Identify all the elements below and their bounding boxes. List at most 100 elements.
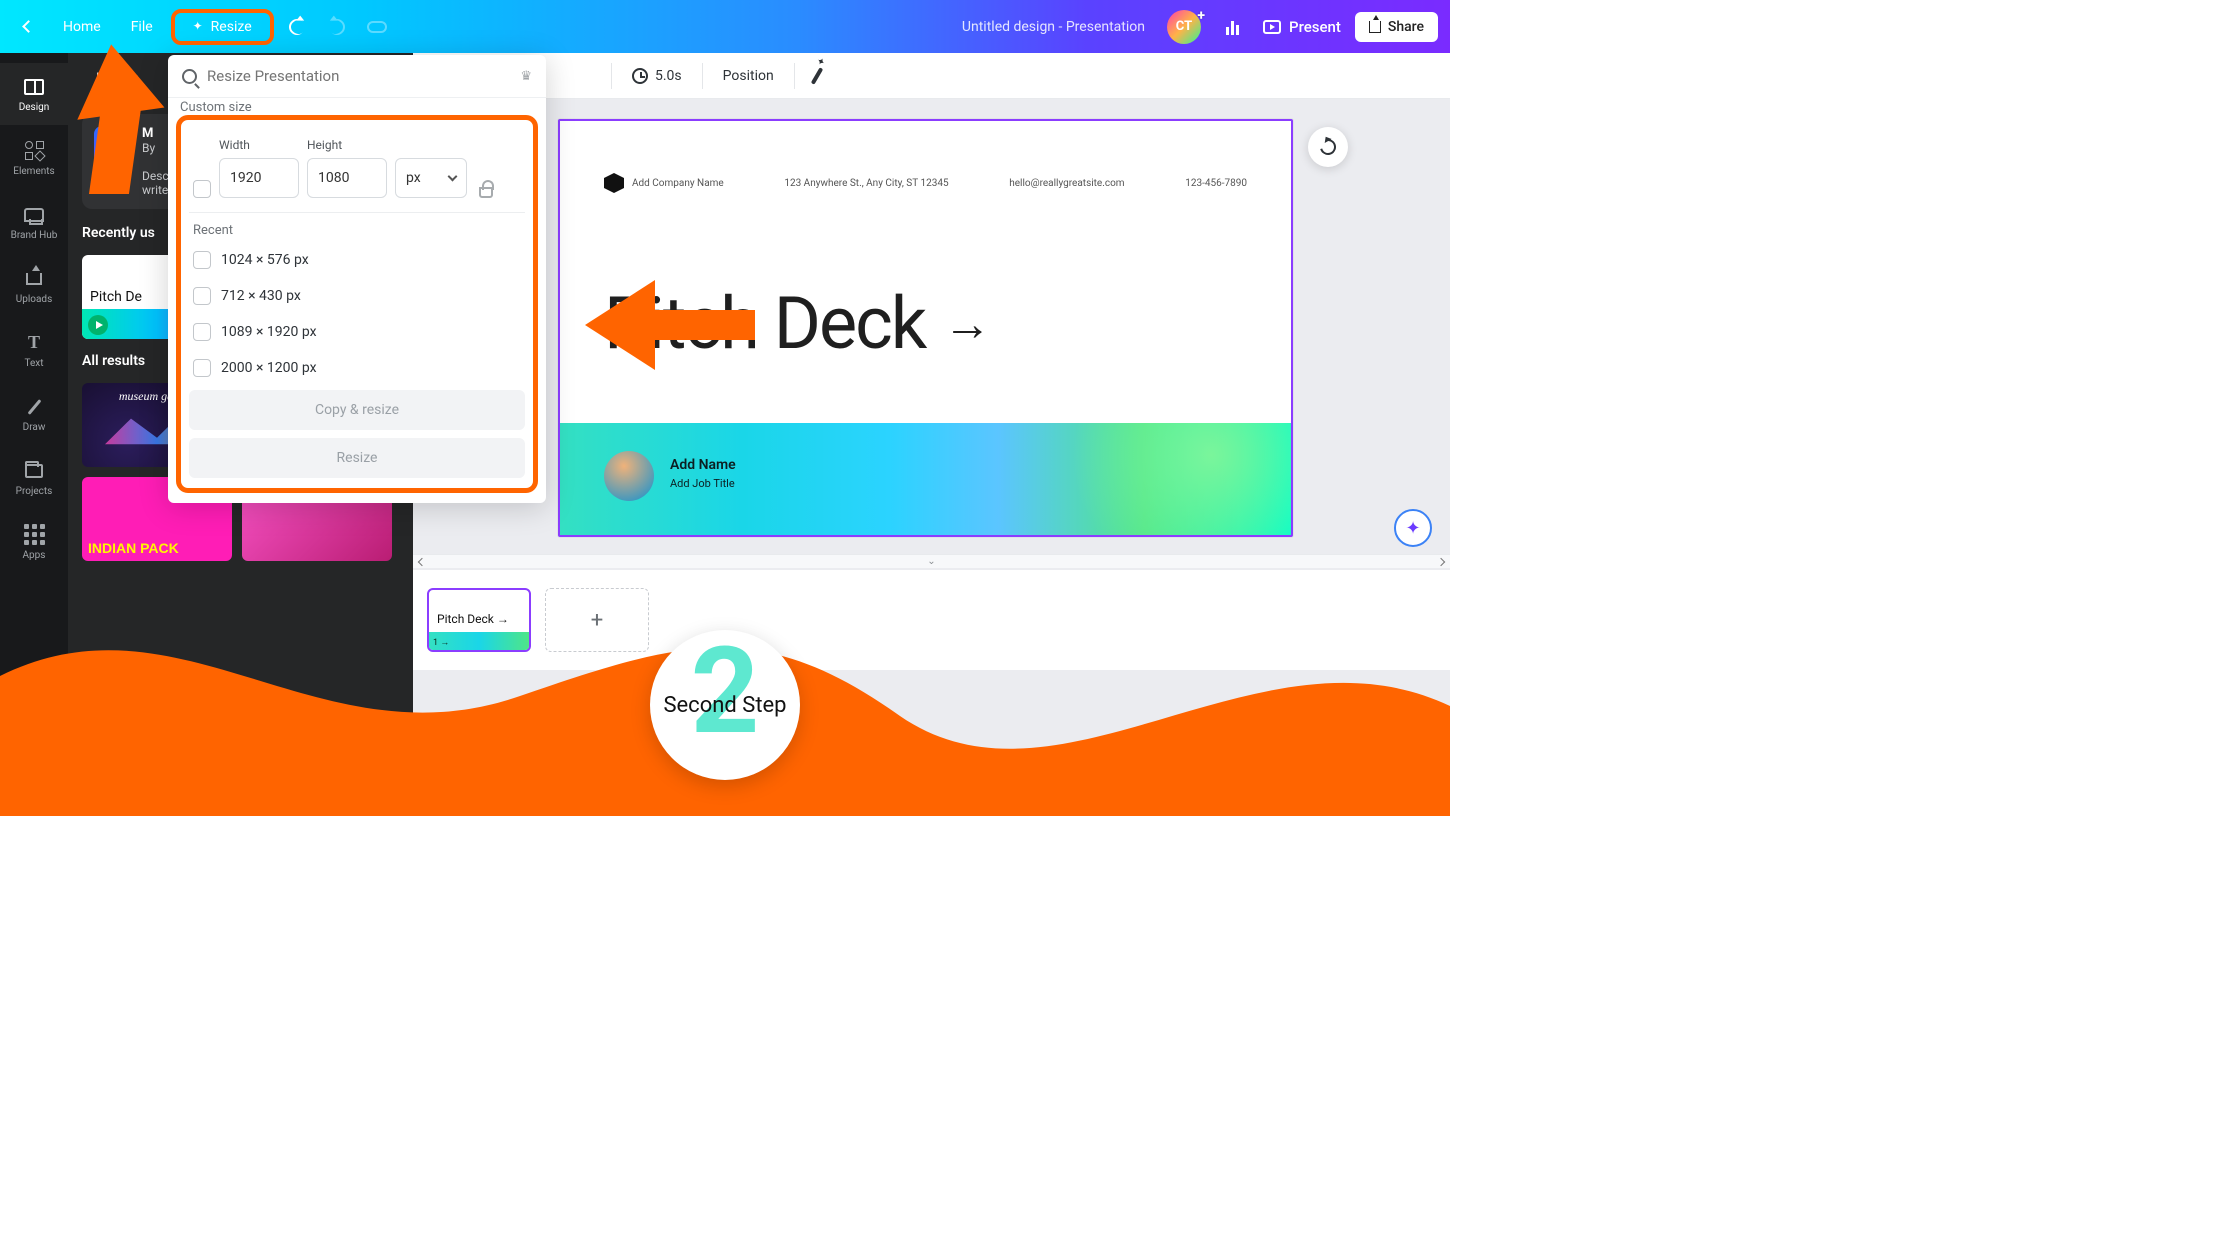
sidebar-item-brand-hub[interactable]: Brand Hub	[0, 191, 68, 253]
redo-icon	[325, 15, 348, 38]
share-button[interactable]: Share	[1355, 12, 1438, 42]
photos-icon	[25, 761, 43, 775]
chevron-left-icon	[22, 20, 35, 33]
sidebar-item-photos[interactable]: Photos	[0, 744, 68, 806]
left-sidebar: Design Elements Brand Hub Uploads TText …	[0, 53, 68, 816]
slide-header: Add Company Name 123 Anywhere St., Any C…	[604, 173, 1247, 193]
position-button[interactable]: Position	[723, 68, 774, 84]
refresh-icon	[1317, 136, 1339, 158]
top-menubar: Home File Resize Untitled design - Prese…	[0, 0, 1450, 53]
resize-search-row: ♛	[168, 55, 546, 98]
assistant-fab[interactable]: ✦	[1394, 509, 1432, 547]
chevron-down-icon	[448, 172, 458, 182]
search-icon	[182, 69, 197, 84]
custom-size-checkbox[interactable]	[193, 180, 211, 198]
thumb-title: Pitch Deck →	[437, 612, 509, 626]
step-label: Second Step	[663, 693, 786, 718]
copy-resize-button[interactable]: Copy & resize	[189, 390, 525, 430]
design-icon	[24, 79, 44, 95]
home-button[interactable]: Home	[51, 13, 113, 41]
company-address[interactable]: 123 Anywhere St., Any City, ST 12345	[784, 178, 948, 189]
back-button[interactable]	[12, 16, 45, 37]
wand-icon	[810, 67, 822, 85]
present-button[interactable]: Present	[1263, 18, 1341, 36]
crown-icon: ♛	[520, 69, 532, 84]
company-phone[interactable]: 123-456-7890	[1185, 178, 1247, 189]
presenter-avatar[interactable]	[604, 451, 654, 501]
sidebar-item-projects[interactable]: Projects	[0, 447, 68, 509]
arrow-right-icon: →	[943, 295, 989, 352]
presenter-job-title[interactable]: Add Job Title	[670, 477, 735, 490]
width-input[interactable]	[219, 158, 299, 198]
add-slide-button[interactable]: +	[545, 588, 649, 652]
scroll-left-icon	[418, 557, 426, 565]
analytics-button[interactable]	[1215, 10, 1249, 44]
history-tab[interactable]: History	[82, 65, 151, 92]
recent-size-option[interactable]: 712 × 430 px	[189, 278, 525, 314]
undo-button[interactable]	[280, 10, 314, 44]
presenter-name[interactable]: Add Name	[670, 457, 736, 473]
lock-aspect-icon[interactable]	[479, 187, 493, 198]
horizontal-scrollbar[interactable]: ⌄	[413, 554, 1450, 568]
file-menu[interactable]: File	[119, 13, 165, 41]
sync-status[interactable]	[360, 10, 394, 44]
editor-toolbar: 5.0s Position	[413, 53, 1450, 99]
slide-thumbnail[interactable]: Pitch Deck → 1 →	[427, 588, 531, 652]
recent-size-option[interactable]: 2000 × 1200 px	[189, 350, 525, 386]
play-icon	[88, 315, 108, 335]
resize-search-input[interactable]	[207, 67, 510, 85]
company-email[interactable]: hello@reallygreatsite.com	[1009, 178, 1124, 189]
recent-size-option[interactable]: 1089 × 1920 px	[189, 314, 525, 350]
clock-icon	[632, 68, 648, 84]
resize-confirm-button[interactable]: Resize	[189, 438, 525, 478]
cube-logo-icon	[604, 173, 624, 193]
slide[interactable]: Add Company Name 123 Anywhere St., Any C…	[558, 119, 1293, 537]
annotation-highlight-resize: Resize	[171, 9, 274, 45]
undo-icon	[285, 15, 308, 38]
magic-wand-button[interactable]	[815, 67, 819, 85]
unit-select[interactable]: px	[395, 158, 467, 198]
sidebar-item-apps[interactable]: Apps	[0, 511, 68, 573]
sparkle-icon	[193, 21, 205, 33]
document-title[interactable]: Untitled design - Presentation	[962, 19, 1145, 35]
recent-size-option[interactable]: 1024 × 576 px	[189, 242, 525, 278]
custom-size-label: Custom size	[176, 100, 538, 115]
regenerate-button[interactable]	[1308, 127, 1348, 167]
cloud-icon	[367, 21, 387, 33]
height-input[interactable]	[307, 158, 387, 198]
present-icon	[1263, 20, 1281, 34]
draw-icon	[27, 399, 41, 415]
resize-menu-button[interactable]: Resize	[179, 15, 266, 39]
text-icon: T	[28, 332, 40, 353]
elements-icon	[25, 141, 44, 160]
thumb-label: INDIAN PACK	[88, 541, 179, 555]
sidebar-item-uploads[interactable]: Uploads	[0, 255, 68, 317]
user-avatar[interactable]: CT	[1167, 10, 1201, 44]
annotation-highlight-custom-size: Width Height px Recent 1024 × 576 px 712…	[176, 115, 538, 493]
duration-button[interactable]: 5.0s	[632, 68, 682, 84]
height-label: Height	[307, 138, 387, 152]
sidebar-item-text[interactable]: TText	[0, 319, 68, 381]
slide-strip: Pitch Deck → 1 → +	[413, 570, 1450, 670]
sidebar-item-design[interactable]: Design	[0, 63, 68, 125]
recent-label: Recent	[189, 213, 525, 242]
redo-button[interactable]	[320, 10, 354, 44]
sparkle-icon: ✦	[1405, 518, 1420, 539]
canvas-area[interactable]: Add Company Name 123 Anywhere St., Any C…	[413, 99, 1450, 816]
upload-icon	[26, 273, 42, 285]
scroll-right-icon	[1437, 557, 1445, 565]
sidebar-item-elements[interactable]: Elements	[0, 127, 68, 189]
share-icon	[1369, 21, 1381, 33]
folder-icon	[25, 464, 43, 478]
width-label: Width	[219, 138, 299, 152]
sidebar-item-draw[interactable]: Draw	[0, 383, 68, 445]
slide-title[interactable]: Pitch Deck →	[604, 281, 989, 366]
magic-icon: ✦	[94, 126, 132, 164]
company-name[interactable]: Add Company Name	[632, 178, 724, 189]
brand-icon	[24, 208, 44, 222]
resize-popover: ♛ Custom size Width Height px Recent 102…	[168, 55, 546, 503]
thumb-number: 1 →	[433, 637, 449, 648]
slide-footer: Add Name Add Job Title	[560, 423, 1291, 535]
bar-chart-icon	[1226, 19, 1239, 35]
apps-grid-icon	[24, 524, 45, 545]
